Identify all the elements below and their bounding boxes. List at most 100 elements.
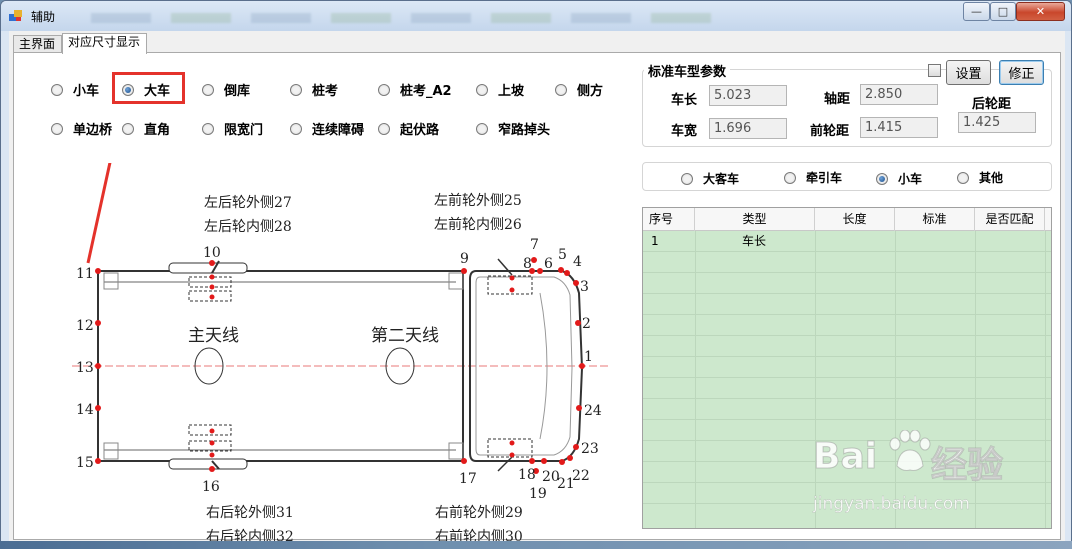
point-marker bbox=[558, 267, 564, 273]
rear-track-field[interactable]: 1.425 bbox=[958, 112, 1036, 133]
point-label: 4 bbox=[573, 254, 582, 270]
rear-right-wheel-bracket bbox=[168, 458, 248, 470]
length-field[interactable]: 5.023 bbox=[709, 85, 787, 106]
app-icon bbox=[9, 10, 22, 21]
vehicle-radio-other[interactable]: 其他 bbox=[957, 169, 1003, 186]
vehicle-radio-small-car[interactable]: 小车 bbox=[876, 170, 922, 187]
title-bar[interactable]: 辅助 — □ ✕ bbox=[1, 1, 1071, 31]
point-marker bbox=[573, 280, 579, 286]
grid-line bbox=[643, 419, 1051, 420]
mode-radio-pile-test-a2[interactable]: 桩考_A2 bbox=[378, 80, 452, 99]
mode-radio-reverse-parking[interactable]: 倒库 bbox=[202, 80, 250, 99]
point-marker bbox=[564, 270, 570, 276]
point-label: 23 bbox=[581, 441, 599, 457]
mode-radio-bumpy-road[interactable]: 起伏路 bbox=[378, 119, 439, 138]
point-marker bbox=[576, 405, 582, 411]
point-label: 9 bbox=[460, 251, 469, 267]
radio-indicator bbox=[122, 122, 134, 135]
column-header[interactable]: 标准 bbox=[895, 208, 975, 231]
mode-radio-width-gate[interactable]: 限宽门 bbox=[202, 119, 263, 138]
width-field[interactable]: 1.696 bbox=[709, 118, 787, 139]
point-marker bbox=[209, 294, 215, 300]
point-label: 3 bbox=[580, 279, 589, 295]
taskbar-edge bbox=[0, 541, 1072, 549]
mode-radio-side-parking[interactable]: 侧方 bbox=[555, 80, 603, 99]
point-marker bbox=[209, 466, 215, 472]
vehicle-radio-bus[interactable]: 大客车 bbox=[681, 170, 739, 187]
highlight-box bbox=[112, 72, 185, 104]
point-marker bbox=[559, 459, 565, 465]
grid-line bbox=[643, 272, 1051, 273]
point-marker bbox=[209, 284, 215, 290]
point-marker bbox=[541, 458, 547, 464]
point-marker bbox=[509, 452, 515, 458]
watermark-url: jingyan.baidu.com bbox=[813, 494, 970, 514]
point-marker bbox=[95, 405, 101, 411]
vehicle-radio-tractor[interactable]: 牵引车 bbox=[784, 169, 842, 186]
width-label: 车宽 bbox=[671, 124, 698, 139]
point-label: 2 bbox=[582, 316, 591, 332]
mode-radio-uphill[interactable]: 上坡 bbox=[476, 80, 524, 99]
tab-main[interactable]: 主界面 bbox=[13, 35, 62, 53]
column-header[interactable]: 是否匹配 bbox=[975, 208, 1045, 231]
point-marker bbox=[461, 268, 467, 274]
radio-indicator bbox=[378, 83, 390, 96]
close-icon: ✕ bbox=[1035, 5, 1046, 18]
column-header[interactable]: 类型 bbox=[695, 208, 815, 231]
settings-button[interactable]: 设置 bbox=[946, 60, 991, 85]
mode-radio-continuous-obstacle[interactable]: 连续障碍 bbox=[290, 119, 364, 138]
mode-radio-right-angle[interactable]: 直角 bbox=[122, 119, 170, 138]
grid-line bbox=[643, 356, 1051, 357]
minimize-button[interactable]: — bbox=[963, 2, 990, 21]
minimize-icon: — bbox=[971, 5, 982, 18]
grid-line bbox=[643, 251, 1051, 252]
radio-indicator bbox=[555, 83, 567, 96]
maximize-button[interactable]: □ bbox=[990, 2, 1016, 21]
radio-indicator bbox=[202, 122, 214, 135]
point-marker bbox=[209, 428, 215, 434]
point-marker bbox=[509, 440, 515, 446]
mode-radio-small-car[interactable]: 小车 bbox=[51, 80, 99, 99]
point-label: 13 bbox=[76, 360, 94, 376]
front-right-pointer bbox=[497, 456, 513, 472]
front-track-field[interactable]: 1.415 bbox=[860, 117, 938, 138]
point-label: 18 bbox=[518, 467, 536, 483]
vehicle-diagram: 1 2 3 4 5 6 7 8 9 10 11 12 13 14 15 16 1 bbox=[72, 163, 610, 543]
radio-indicator bbox=[290, 122, 302, 135]
point-marker bbox=[95, 268, 101, 274]
column-header[interactable]: 序号 bbox=[643, 208, 695, 231]
point-marker bbox=[95, 363, 101, 369]
watermark-brand: Bai bbox=[812, 436, 878, 478]
radio-indicator bbox=[378, 122, 390, 135]
radio-indicator bbox=[202, 83, 214, 96]
mode-radio-narrow-uturn[interactable]: 窄路掉头 bbox=[476, 119, 550, 138]
column-header[interactable]: 长度 bbox=[815, 208, 895, 231]
point-marker bbox=[95, 320, 101, 326]
radio-indicator bbox=[476, 83, 488, 96]
wheelbase-field[interactable]: 2.850 bbox=[860, 84, 938, 105]
baidu-watermark: Bai 经验 jingyan.baidu.com bbox=[812, 430, 1048, 524]
tab-dimension-display[interactable]: 对应尺寸显示 bbox=[62, 33, 147, 54]
mode-radio-pile-test[interactable]: 桩考 bbox=[290, 80, 338, 99]
point-marker bbox=[509, 287, 515, 293]
fix-button[interactable]: 修正 bbox=[999, 60, 1044, 85]
point-label: 1 bbox=[584, 349, 593, 365]
radio-indicator bbox=[876, 172, 888, 185]
rear-left-outer-label: 左后轮外侧27 bbox=[204, 195, 292, 211]
point-label: 12 bbox=[76, 318, 94, 334]
trailer-rear-left-corner bbox=[103, 272, 119, 290]
params-checkbox[interactable] bbox=[928, 64, 941, 77]
front-right-outer-label: 右前轮外侧29 bbox=[435, 504, 523, 521]
point-marker bbox=[209, 452, 215, 458]
point-label: 11 bbox=[76, 266, 94, 282]
close-button[interactable]: ✕ bbox=[1016, 2, 1065, 21]
mode-radio-single-bridge[interactable]: 单边桥 bbox=[51, 119, 112, 138]
radio-indicator bbox=[290, 83, 302, 96]
point-label: 24 bbox=[584, 403, 602, 419]
point-marker bbox=[209, 440, 215, 446]
point-label: 16 bbox=[202, 479, 220, 495]
rear-left-inner-label: 左后轮内侧28 bbox=[204, 219, 292, 235]
standard-params-title: 标准车型参数 bbox=[644, 61, 731, 80]
trailer-rear-right-corner bbox=[103, 442, 119, 460]
radio-indicator bbox=[476, 122, 488, 135]
